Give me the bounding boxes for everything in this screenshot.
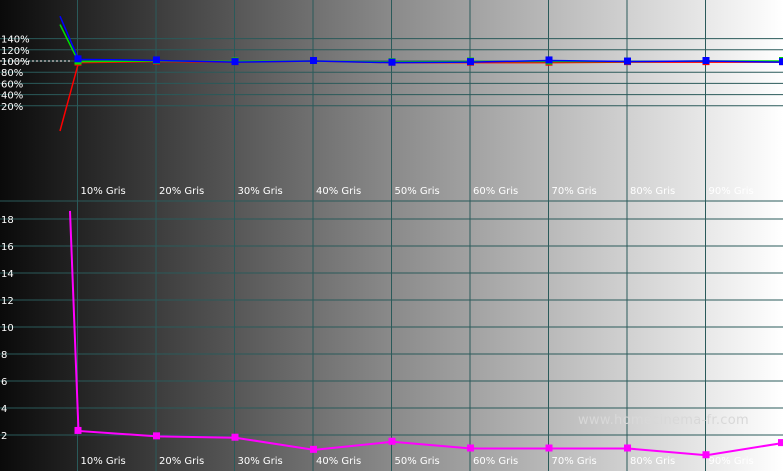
- delta-point-0: [388, 437, 396, 445]
- series-point-2: [310, 57, 317, 64]
- delta-point-0: [310, 445, 317, 453]
- top-x-tick-label: 80% Gris: [630, 186, 675, 197]
- series-point-2: [545, 56, 553, 64]
- bottom-y-tick-label: 2: [1, 431, 7, 442]
- top-x-tick-label: 90% Gris: [709, 186, 754, 197]
- bottom-x-tick-label: 10% Gris: [81, 456, 126, 467]
- chart-stage: 20% 40% 60% 80% 100% 120% 140% 2 4 6 8 10 12 14 16 18 …: [0, 0, 783, 471]
- top-x-tick-label: 60% Gris: [473, 186, 518, 197]
- series-point-2: [388, 58, 396, 66]
- bottom-x-tick-label: 30% Gris: [238, 456, 283, 467]
- delta-point-0: [74, 426, 82, 434]
- bottom-x-tick-label: 70% Gris: [552, 456, 597, 467]
- bottom-x-tick-label: 90% Gris: [709, 456, 754, 467]
- top-x-tick-labels: 10% Gris 20% Gris 30% Gris 40% Gris 50% Gris…: [81, 186, 754, 197]
- top-x-tick-label: 50% Gris: [395, 186, 440, 197]
- bottom-y-tick-label: 8: [1, 350, 7, 361]
- top-y-tick-label: 100%: [1, 57, 30, 68]
- grayscale-chart: 20%40%60%80%100%120%140% 24681012141618 …: [0, 0, 783, 471]
- bottom-x-tick-label: 40% Gris: [316, 456, 361, 467]
- delta-point-0: [153, 432, 160, 440]
- series-point-2: [74, 55, 82, 63]
- delta-point-0: [467, 444, 474, 452]
- series-point-2: [779, 58, 783, 66]
- bottom-x-tick-labels: 10% Gris 20% Gris 30% Gris 40% Gris 50% Gris…: [81, 456, 754, 467]
- bottom-y-tick-label: 6: [1, 377, 7, 388]
- delta-point-0: [778, 439, 783, 447]
- delta-point-0: [231, 433, 239, 441]
- series-point-2: [467, 58, 474, 66]
- delta-point-0: [624, 444, 631, 452]
- top-y-tick-label: 20%: [1, 102, 23, 113]
- top-x-tick-label: 10% Gris: [81, 186, 126, 197]
- bottom-x-tick-label: 80% Gris: [630, 456, 675, 467]
- bottom-x-tick-label: 60% Gris: [473, 456, 518, 467]
- top-y-tick-label: 40%: [1, 91, 23, 102]
- bottom-y-tick-label: 14: [1, 269, 14, 280]
- top-x-tick-label: 20% Gris: [159, 186, 204, 197]
- bottom-y-tick-label: 18: [1, 215, 14, 226]
- top-y-tick-label: 120%: [1, 46, 30, 57]
- series-point-2: [702, 57, 710, 64]
- series-point-2: [231, 58, 239, 66]
- top-y-tick-label: 60%: [1, 79, 23, 90]
- series-point-2: [153, 56, 160, 64]
- bottom-y-tick-label: 16: [1, 242, 14, 253]
- delta-point-0: [702, 451, 710, 459]
- bottom-y-tick-label: 12: [1, 296, 14, 307]
- bottom-x-tick-label: 50% Gris: [395, 456, 440, 467]
- top-x-tick-label: 30% Gris: [238, 186, 283, 197]
- top-x-tick-label: 70% Gris: [552, 186, 597, 197]
- bottom-x-tick-label: 20% Gris: [159, 456, 204, 467]
- delta-point-0: [545, 444, 553, 452]
- top-x-tick-label: 40% Gris: [316, 186, 361, 197]
- top-y-tick-label: 140%: [1, 35, 30, 46]
- bottom-y-tick-label: 10: [1, 323, 14, 334]
- watermark-text: www.homecinema-fr.com: [578, 413, 749, 428]
- bottom-y-tick-label: 4: [1, 404, 7, 415]
- series-point-2: [624, 57, 631, 65]
- top-y-tick-label: 80%: [1, 68, 23, 79]
